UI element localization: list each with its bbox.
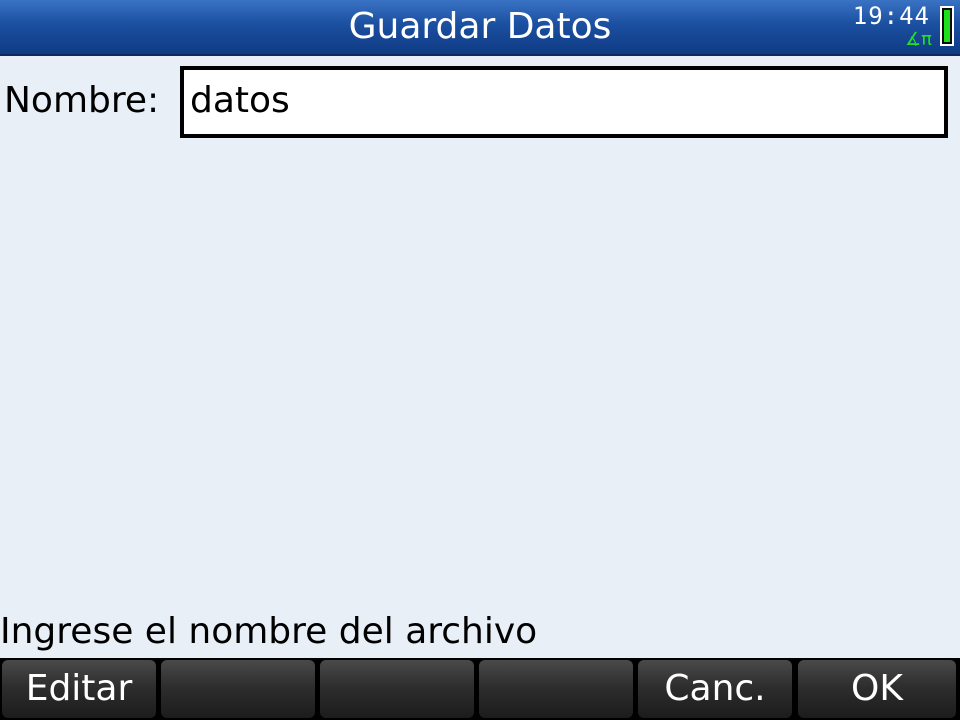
ok-button[interactable]: OK bbox=[798, 660, 956, 718]
name-value: datos bbox=[190, 80, 290, 121]
cancel-button[interactable]: Canc. bbox=[638, 660, 792, 718]
title-bar: Guardar Datos 19:44 ∡π bbox=[0, 0, 960, 56]
name-label: Nombre: bbox=[4, 80, 160, 121]
clock: 19:44 bbox=[852, 2, 930, 30]
softkey-4[interactable] bbox=[479, 660, 633, 718]
angle-mode-indicator: ∡π bbox=[905, 29, 932, 50]
softkey-2[interactable] bbox=[161, 660, 315, 718]
softkey-bar: Editar Canc. OK bbox=[0, 658, 960, 720]
battery-icon bbox=[940, 6, 954, 46]
battery-level bbox=[944, 10, 950, 42]
help-text: Ingrese el nombre del archivo bbox=[0, 611, 538, 652]
edit-button[interactable]: Editar bbox=[2, 660, 156, 718]
name-field[interactable]: datos bbox=[180, 66, 948, 138]
softkey-3[interactable] bbox=[320, 660, 474, 718]
screen: Guardar Datos 19:44 ∡π Nombre: datos Ing… bbox=[0, 0, 960, 720]
window-title: Guardar Datos bbox=[348, 6, 612, 47]
name-field-row: Nombre: datos bbox=[0, 66, 960, 138]
